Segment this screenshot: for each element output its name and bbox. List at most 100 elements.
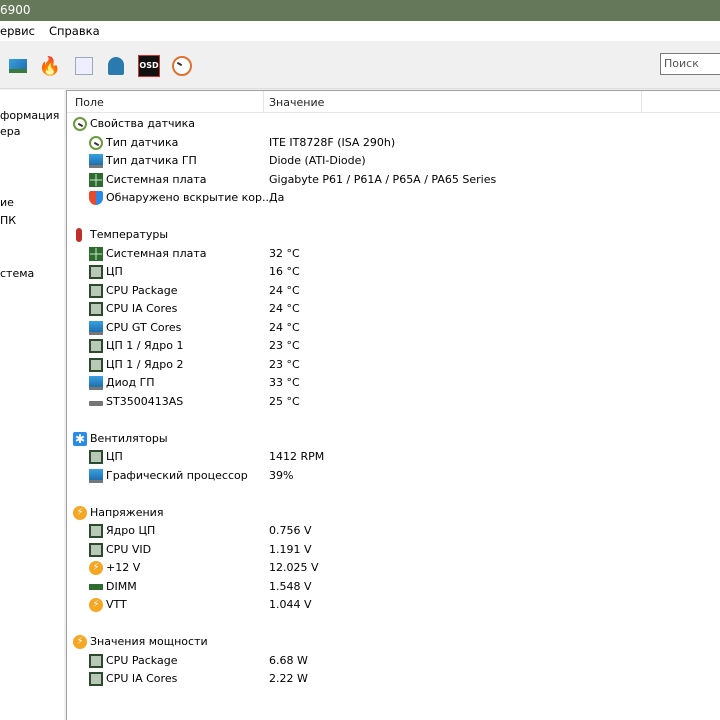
field-value: 1.548 V <box>269 579 312 593</box>
field-value: Да <box>269 191 285 204</box>
services-icon[interactable] <box>72 54 96 78</box>
table-row[interactable]: Системная плата Gigabyte P61 / P61A / P65… <box>67 171 717 189</box>
table-row[interactable]: ЦП 1412 RPM <box>67 448 717 466</box>
table-row[interactable]: Тип датчика ГП Diode (ATI-Diode) <box>67 152 717 170</box>
field-label: CPU IA Cores <box>106 302 178 315</box>
field-label: Системная плата <box>106 246 207 260</box>
sidebar-item[interactable]: формация <box>0 109 59 122</box>
table-row[interactable]: Ядро ЦП 0.756 V <box>67 522 717 540</box>
menu-bar: ервис Справка <box>0 21 720 41</box>
chip-icon <box>89 339 103 353</box>
gauge-icon <box>73 117 87 131</box>
chip-icon <box>89 283 103 298</box>
table-row[interactable]: ЦП 1 / Ядро 2 23 °C <box>67 356 717 374</box>
field-label: Вентиляторы <box>90 431 168 445</box>
search-input[interactable]: Поиск <box>660 53 720 75</box>
monitor-icon <box>89 320 103 335</box>
field-label: ЦП 1 / Ядро 1 <box>106 339 184 352</box>
field-value: 16 °C <box>269 265 300 278</box>
table-row[interactable]: CPU GT Cores 24 °C <box>67 319 717 337</box>
field-value: Diode (ATI-Diode) <box>269 154 366 167</box>
group-row[interactable]: Температуры <box>67 226 717 244</box>
gauge-icon[interactable] <box>170 54 194 78</box>
bolt-icon: ⚡ <box>89 561 103 575</box>
field-label: CPU IA Cores <box>106 672 178 685</box>
gauge-icon <box>89 135 103 150</box>
table-row[interactable]: ST3500413AS 25 °C <box>67 393 717 411</box>
group-row[interactable]: Свойства датчика <box>67 115 717 133</box>
chip-icon <box>89 357 103 372</box>
sidebar-item[interactable]: ПК <box>0 214 16 227</box>
column-value[interactable]: Значение <box>269 96 324 109</box>
table-row[interactable]: Системная плата 32 °C <box>67 245 717 263</box>
group-row[interactable]: ⚡ Значения мощности <box>67 633 717 651</box>
field-label: CPU GT Cores <box>106 320 182 334</box>
field-label: ЦП <box>106 450 123 463</box>
group-row[interactable]: ✱ Вентиляторы <box>67 430 717 448</box>
menu-help[interactable]: Справка <box>49 24 100 38</box>
table-header: Поле Значение <box>67 91 720 113</box>
table-row[interactable]: CPU Package 6.68 W <box>67 652 717 670</box>
motherboard-icon <box>89 172 103 187</box>
field-label: CPU VID <box>106 542 152 556</box>
field-label: Напряжения <box>90 505 164 519</box>
field-value: 33 °C <box>269 376 300 389</box>
sidebar-tree: формация ера ие ПК стема <box>0 90 64 720</box>
table-row[interactable]: Диод ГП 33 °C <box>67 374 717 392</box>
users-icon[interactable] <box>104 54 128 78</box>
chip-icon <box>89 672 103 686</box>
motherboard-icon <box>89 246 103 261</box>
osd-icon[interactable]: OSD <box>137 54 161 78</box>
table-row[interactable]: Обнаружено вскрытие кор... Да <box>67 189 717 207</box>
field-label: +12 V <box>106 561 141 574</box>
table-row[interactable]: Тип датчика ITE IT8728F (ISA 290h) <box>67 134 717 152</box>
table-row[interactable]: CPU Package 24 °C <box>67 282 717 300</box>
field-label: Графический процессор <box>106 468 248 482</box>
field-label: Обнаружено вскрытие кор... <box>106 191 273 204</box>
table-row[interactable]: CPU VID 1.191 V <box>67 541 717 559</box>
table-row[interactable]: DIMM 1.548 V <box>67 578 717 596</box>
sidebar-item[interactable]: ера <box>0 125 21 138</box>
network-card-icon[interactable] <box>6 54 30 78</box>
monitor-icon <box>89 468 103 483</box>
field-label: Ядро ЦП <box>106 524 156 537</box>
dimm-icon <box>89 583 103 590</box>
chip-icon <box>89 653 103 668</box>
field-value: 24 °C <box>269 320 300 334</box>
field-value: 24 °C <box>269 283 300 297</box>
table-row[interactable]: CPU IA Cores 24 °C <box>67 300 717 318</box>
field-value: 1412 RPM <box>269 450 325 463</box>
field-value: ITE IT8728F (ISA 290h) <box>269 135 396 149</box>
field-label: CPU Package <box>106 283 178 297</box>
table-row[interactable]: ⚡ VTT 1.044 V <box>67 596 717 614</box>
column-field[interactable]: Поле <box>75 96 104 109</box>
chip-icon <box>89 542 103 557</box>
field-label: Свойства датчика <box>90 117 196 130</box>
table-row[interactable]: Графический процессор 39% <box>67 467 717 485</box>
field-label: ЦП <box>106 265 123 278</box>
column-divider[interactable] <box>263 91 264 113</box>
field-value: 39% <box>269 468 294 482</box>
field-label: ST3500413AS <box>106 394 184 408</box>
field-value: 32 °C <box>269 246 300 260</box>
sidebar-item[interactable]: стема <box>0 267 34 280</box>
column-divider[interactable] <box>641 91 642 113</box>
field-value: Gigabyte P61 / P61A / P65A / PA65 Series <box>269 172 497 186</box>
field-value: 6.68 W <box>269 653 308 667</box>
menu-service[interactable]: ервис <box>0 24 35 38</box>
fan-icon: ✱ <box>73 431 87 446</box>
table-row[interactable]: ЦП 1 / Ядро 1 23 °C <box>67 337 717 355</box>
field-value: 1.191 V <box>269 542 312 556</box>
group-row[interactable]: ⚡ Напряжения <box>67 504 717 522</box>
chip-icon <box>89 265 103 279</box>
field-value: 0.756 V <box>269 524 312 537</box>
table-row[interactable]: ЦП 16 °C <box>67 263 717 281</box>
flame-icon[interactable]: 🔥 <box>38 54 62 78</box>
toolbar: 🔥 OSD <box>0 41 720 89</box>
field-value: 23 °C <box>269 339 300 352</box>
table-row[interactable]: ⚡ +12 V 12.025 V <box>67 559 717 577</box>
field-value: 23 °C <box>269 357 300 371</box>
table-row[interactable]: CPU IA Cores 2.22 W <box>67 670 717 688</box>
sidebar-item[interactable]: ие <box>0 196 14 209</box>
field-value: 2.22 W <box>269 672 308 685</box>
